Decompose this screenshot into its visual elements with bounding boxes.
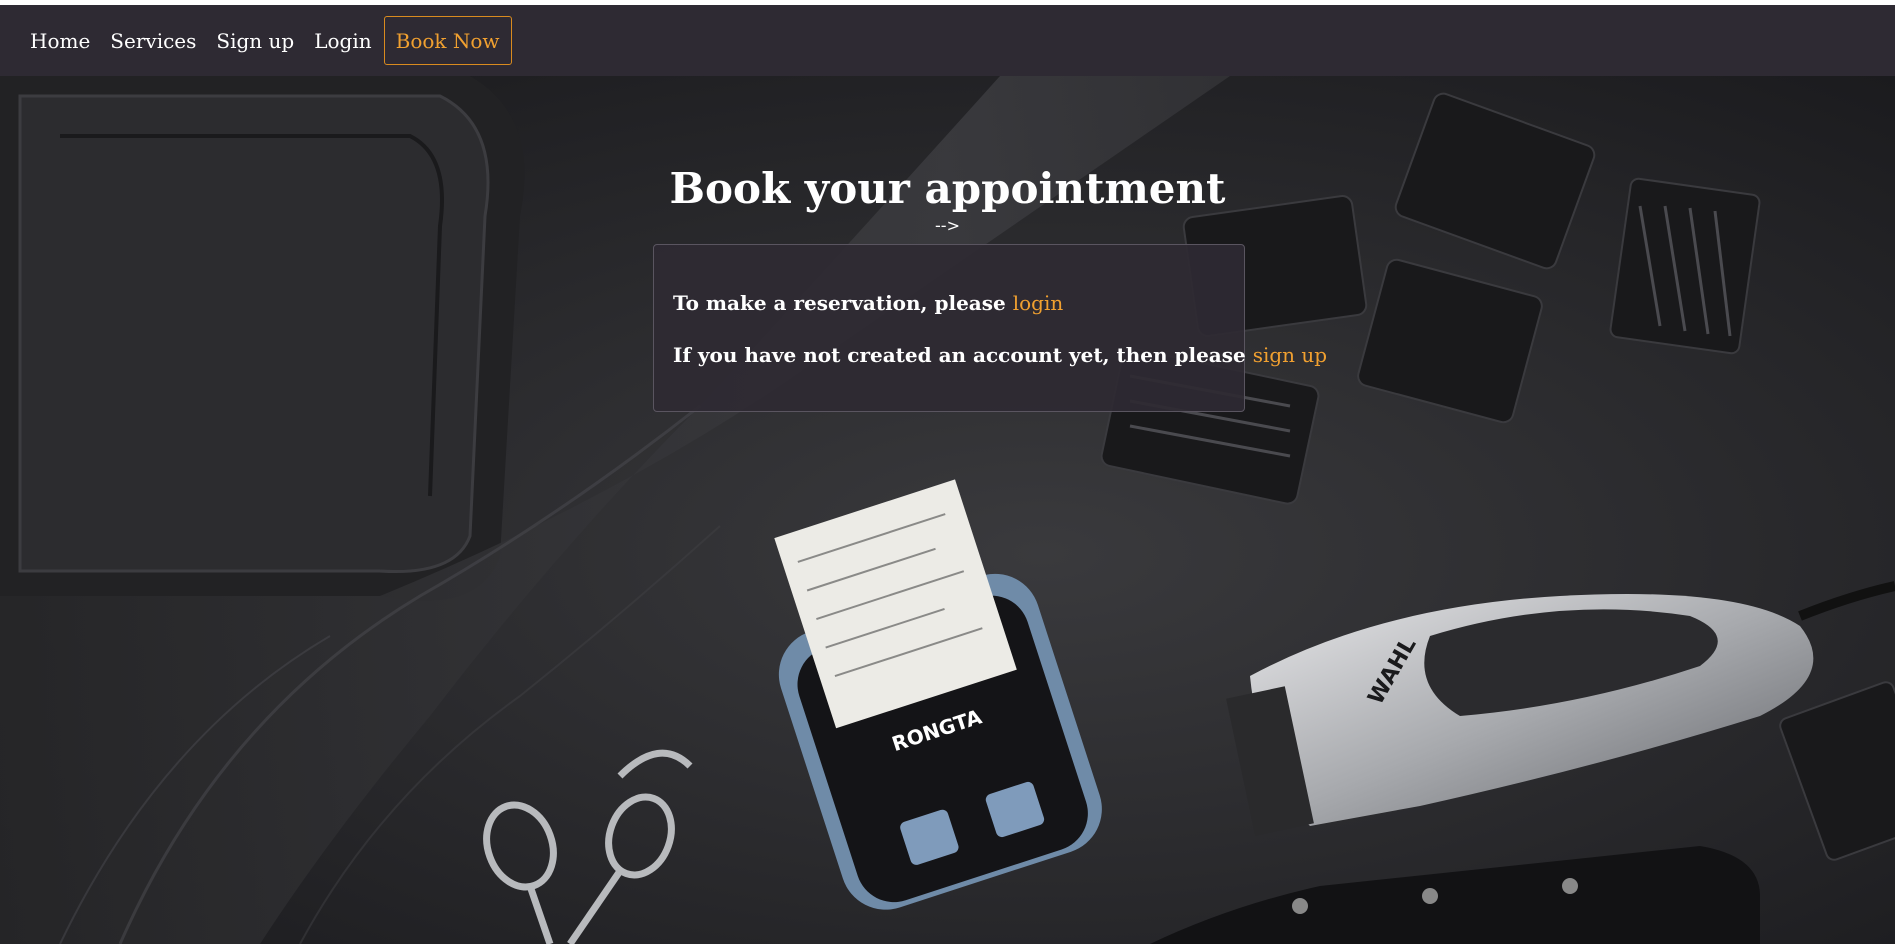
reservation-line-text: To make a reservation, please (673, 291, 1013, 315)
nav-login-link[interactable]: Login (314, 29, 371, 53)
nav-signup-link[interactable]: Sign up (216, 29, 294, 53)
login-prompt-card: To make a reservation, please login If y… (653, 244, 1327, 412)
nav-home-link[interactable]: Home (30, 29, 90, 53)
hero-section: RONGTA WAHL Book your appointment --> To… (0, 76, 1895, 944)
signup-link[interactable]: sign up (1253, 343, 1327, 367)
signup-line: If you have not created an account yet, … (673, 343, 1327, 367)
page: Home Services Sign up Login Book Now RON… (0, 0, 1895, 944)
login-link[interactable]: login (1013, 291, 1064, 315)
signup-line-text: If you have not created an account yet, … (673, 343, 1253, 367)
reservation-line: To make a reservation, please login (673, 291, 1244, 315)
nav-services-link[interactable]: Services (110, 29, 196, 53)
navbar: Home Services Sign up Login Book Now (0, 5, 1895, 76)
page-title: Book your appointment (669, 164, 1226, 214)
book-now-button[interactable]: Book Now (383, 16, 512, 65)
case-shape (0, 76, 525, 601)
stray-text: --> (935, 216, 960, 235)
